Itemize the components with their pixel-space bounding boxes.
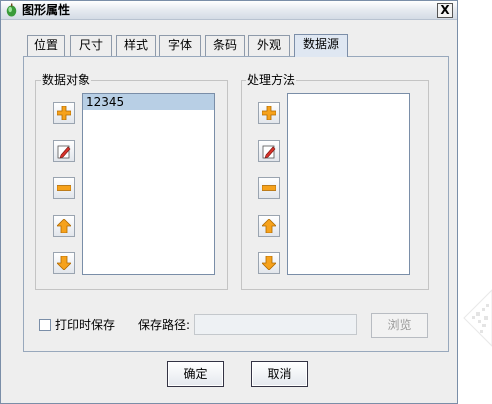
window-title: 图形属性 [22,3,71,17]
tab-barcode[interactable]: 条码 [205,35,245,56]
move-up-icon [57,219,71,233]
tab-font[interactable]: 字体 [159,35,201,56]
remove-data-object-button[interactable] [53,177,75,199]
print-save-label: 打印时保存 [55,318,116,332]
tab-size[interactable]: 尺寸 [70,35,112,56]
tab-style[interactable]: 样式 [116,35,156,56]
move-down-processing-method-button[interactable] [258,252,280,274]
data-objects-list[interactable]: 12345 [82,93,215,275]
tab-position[interactable]: 位置 [27,35,65,56]
move-down-data-object-button[interactable] [53,252,75,274]
app-leaf-icon [6,3,17,17]
data-objects-title: 数据对象 [41,73,92,87]
add-processing-method-button[interactable] [258,102,280,124]
save-path-input[interactable] [194,314,357,335]
browse-button[interactable]: 浏览 [371,313,428,338]
move-down-icon [57,256,71,270]
remove-icon [262,185,276,191]
tab-appearance[interactable]: 外观 [248,35,290,56]
add-icon [262,106,276,120]
processing-methods-list[interactable] [287,93,410,275]
save-path-label: 保存路径: [138,318,191,332]
dialog-window: 图形属性 X 位置 尺寸 样式 字体 条码 外观 数据源 数据对象 12345 [0,0,458,404]
move-up-icon [262,219,276,233]
move-down-icon [262,256,276,270]
edit-icon [262,145,276,159]
qr-watermark-icon [463,289,492,347]
remove-icon [57,185,71,191]
list-item[interactable]: 12345 [83,94,214,110]
edit-icon [57,145,71,159]
cancel-button[interactable]: 取消 [251,361,308,387]
print-save-checkbox[interactable] [39,319,51,331]
tab-data-source[interactable]: 数据源 [294,34,348,57]
move-up-data-object-button[interactable] [53,215,75,237]
remove-processing-method-button[interactable] [258,177,280,199]
move-up-processing-method-button[interactable] [258,215,280,237]
title-bar[interactable]: 图形属性 X [1,1,457,20]
add-data-object-button[interactable] [53,102,75,124]
add-icon [57,106,71,120]
ok-button[interactable]: 确定 [167,361,224,387]
edit-processing-method-button[interactable] [258,140,280,162]
edit-data-object-button[interactable] [53,140,75,162]
processing-methods-title: 处理方法 [246,73,297,87]
close-button[interactable]: X [437,3,453,18]
